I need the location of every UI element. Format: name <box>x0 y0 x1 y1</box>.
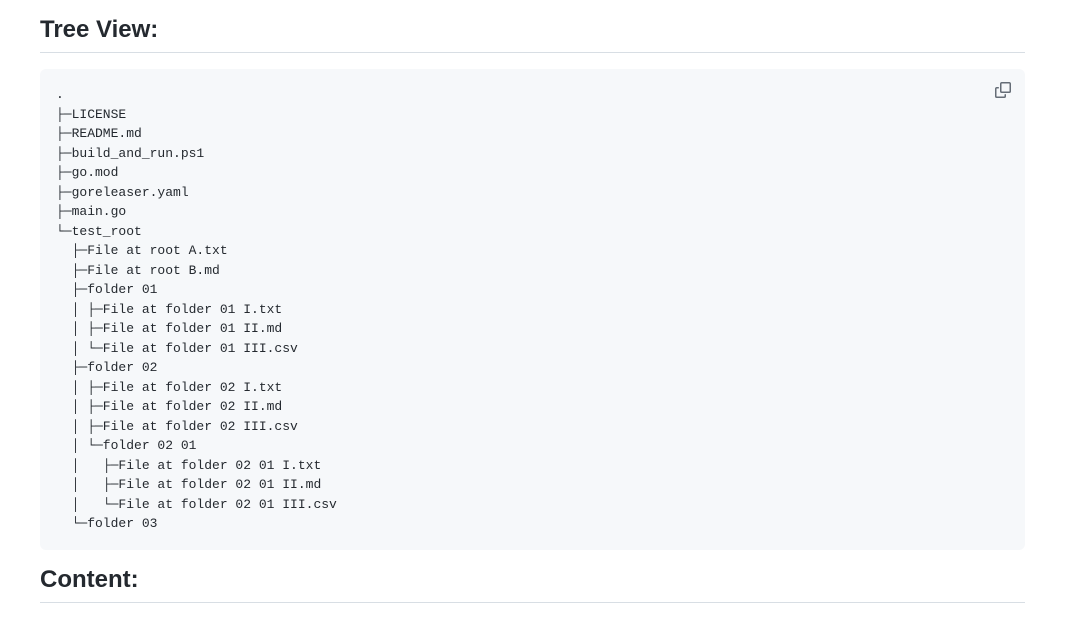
code-block-tree: . ├─LICENSE ├─README.md ├─build_and_run.… <box>40 69 1025 550</box>
copy-button[interactable] <box>989 77 1017 105</box>
tree-output: . ├─LICENSE ├─README.md ├─build_and_run.… <box>56 85 1009 534</box>
heading-tree-view: Tree View: <box>40 16 1025 53</box>
heading-content: Content: <box>40 566 1025 603</box>
copy-icon <box>995 82 1011 101</box>
